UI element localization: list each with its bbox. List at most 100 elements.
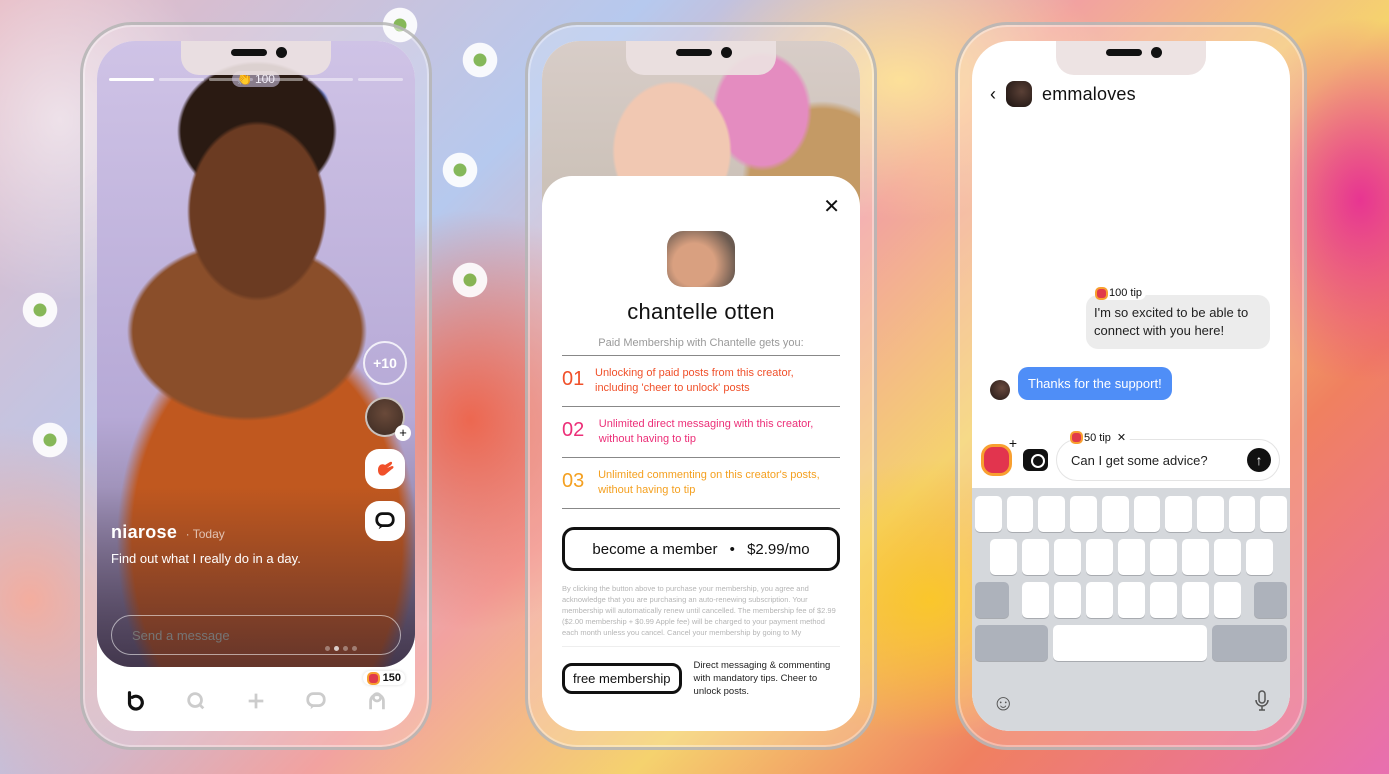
emoji-icon[interactable]: ☺ [992,690,1014,717]
post-caption: niarose · Today Find out what I really d… [111,522,301,566]
background-flower [30,420,70,460]
comment-button[interactable] [365,501,405,541]
backspace-key[interactable] [1253,582,1287,618]
return-key[interactable] [1211,625,1287,661]
composer: 50 tip ✕ ↑ [982,430,1280,481]
side-actions: +10 + [363,341,411,541]
remove-tip-icon[interactable]: ✕ [1117,431,1126,444]
keyboard-key[interactable] [1196,496,1224,532]
keyboard-key[interactable] [1101,496,1129,532]
become-member-button[interactable]: become a member • $2.99/mo [562,527,840,571]
keyboard-key[interactable] [1165,496,1192,532]
search-icon[interactable] [183,688,209,714]
free-membership-row: free membership Direct messaging & comme… [562,646,840,698]
progress-segment [109,78,154,81]
phone-notch [1056,41,1206,75]
keyboard-key[interactable] [1021,539,1049,575]
draft-tip-tag: 50 tip ✕ [1069,430,1131,445]
free-membership-button[interactable]: free membership [562,663,682,694]
background-flower [20,290,60,330]
progress-segment [358,78,403,81]
chat-header: ‹ emmaloves [990,81,1136,107]
keyboard-key[interactable] [1117,539,1145,575]
clap-icon [378,461,394,476]
post-time: · Today [185,527,225,541]
legal-text: By clicking the button above to purchase… [562,584,836,637]
creator-name[interactable]: niarose [111,522,177,542]
benefit-text: Unlimited direct messaging with this cre… [598,418,814,445]
bottom-nav [97,671,415,731]
phone-notch [181,41,331,75]
benefit-item: 02 Unlimited direct messaging with this c… [562,407,840,458]
coin-icon [1072,433,1081,442]
send-arrow-icon[interactable]: ↑ [1247,448,1271,472]
message-input-box: 50 tip ✕ ↑ [1056,430,1280,481]
profile-icon[interactable] [364,688,390,714]
follow-plus-icon[interactable]: + [395,425,411,441]
membership-subtitle: Paid Membership with Chantelle gets you: [562,337,840,356]
cheer-button[interactable] [365,449,405,489]
page-dot [334,646,339,651]
chat-avatar[interactable] [1006,81,1032,107]
chat-username[interactable]: emmaloves [1042,84,1136,105]
space-key[interactable] [1053,625,1207,661]
keyboard-key[interactable] [1260,496,1288,532]
feed-screen: 👏 100 +10 + niarose · Today Find out wha… [97,41,415,731]
keyboard-key[interactable] [974,496,1002,532]
keyboard-key[interactable] [1038,496,1066,532]
tip-tag: 100 tip [1094,286,1147,300]
creator-avatar [667,231,735,287]
keyboard-key[interactable] [1021,582,1049,618]
keyboard-key[interactable] [1053,582,1081,618]
close-icon[interactable]: ✕ [823,194,840,219]
message-bubble: Thanks for the support! [1018,367,1172,400]
back-chevron-icon[interactable]: ‹ [990,84,996,105]
keyboard-key[interactable] [1181,539,1209,575]
creator-avatar[interactable]: + [365,397,411,441]
page-dot [343,646,348,651]
camera-icon[interactable] [1023,449,1048,471]
background-flower [450,260,490,300]
keyboard-key[interactable] [1006,496,1034,532]
message-input[interactable] [1071,452,1247,468]
messages-icon[interactable] [303,688,329,714]
background-flower [460,40,500,80]
microphone-icon[interactable] [1254,690,1270,717]
home-icon[interactable] [122,688,148,714]
keyboard-key[interactable] [1133,496,1161,532]
keyboard-row [975,582,1287,618]
phone-notch [626,41,776,75]
keyboard-key[interactable] [1245,539,1273,575]
benefits-list: 01 Unlocking of paid posts from this crea… [562,356,840,509]
message-tipped: 100 tip I'm so excited to be able to con… [1086,286,1270,349]
keyboard-key[interactable] [1117,582,1145,618]
keyboard-key[interactable] [1213,582,1241,618]
keyboard-key[interactable] [1053,539,1081,575]
send-message-input[interactable] [111,615,401,655]
keyboard-row [975,539,1287,575]
keyboard-key[interactable] [1149,539,1177,575]
message-reply: Thanks for the support! [990,367,1172,400]
keyboard-key[interactable] [1085,582,1113,618]
keyboard-key[interactable] [1181,582,1209,618]
phone-membership: ✕ chantelle otten Paid Membership with C… [525,22,877,750]
keyboard-key[interactable] [1149,582,1177,618]
comment-icon [375,512,395,530]
keyboard-key[interactable] [1085,539,1113,575]
add-tip-icon[interactable] [984,435,1017,473]
keyboard: ☺ [972,488,1290,731]
caption-text: Find out what I really do in a day. [111,551,301,566]
chat-screen: ‹ emmaloves 100 tip I'm so excited to be… [972,41,1290,731]
shift-key[interactable] [975,582,1009,618]
plus-icon[interactable] [243,688,269,714]
keyboard-key[interactable] [1213,539,1241,575]
numbers-key[interactable] [975,625,1049,661]
coin-icon [1097,288,1106,298]
benefit-item: 03 Unlimited commenting on this creator's… [562,458,840,509]
keyboard-key[interactable] [989,539,1017,575]
keyboard-key[interactable] [1228,496,1256,532]
benefit-number: 02 [562,419,585,441]
phone-chat: ‹ emmaloves 100 tip I'm so excited to be… [955,22,1307,750]
page-dot [352,646,357,651]
keyboard-key[interactable] [1070,496,1097,532]
